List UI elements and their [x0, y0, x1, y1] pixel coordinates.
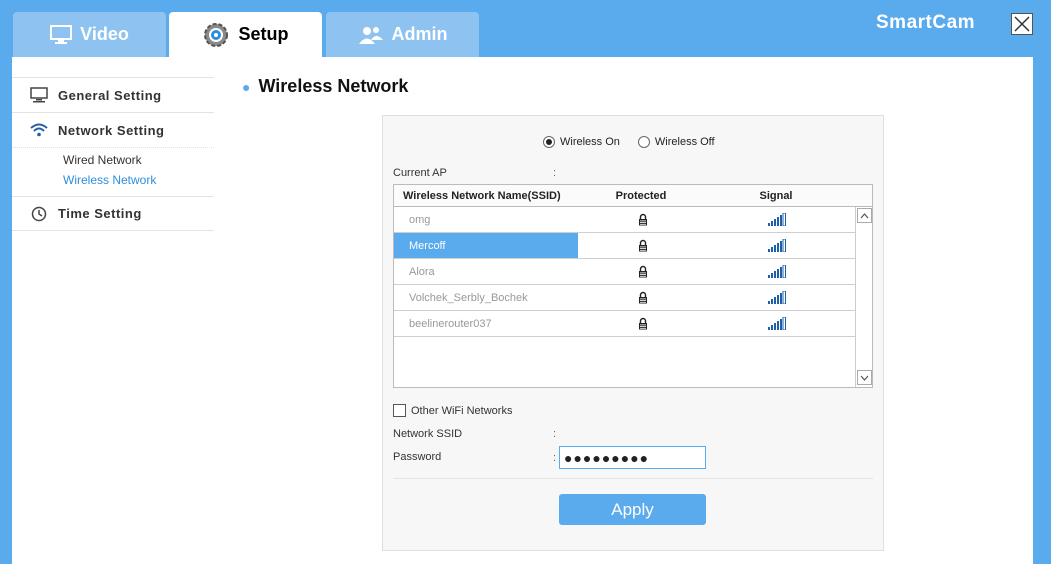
scroll-down-button[interactable] — [857, 370, 872, 385]
radio-label: Wireless On — [560, 136, 620, 148]
wireless-off-radio[interactable]: Wireless Off — [637, 136, 715, 148]
gear-icon — [202, 21, 230, 49]
ssid-cell: Mercoff — [394, 233, 578, 258]
lock-icon — [578, 265, 708, 278]
signal-strength-icon — [708, 291, 848, 304]
table-body: omg Mercoff Alora Volchek_Serbly_Bochekbeel… — [394, 207, 856, 337]
signal-strength-icon — [708, 265, 848, 278]
ssid-cell: Alora — [409, 265, 435, 278]
table-row[interactable]: Volchek_Serbly_Bochek — [394, 285, 856, 311]
sidebar-subitem-wireless-network[interactable]: Wireless Network — [63, 170, 214, 190]
network-ssid-label: Network SSID — [393, 428, 463, 440]
radio-checked-icon — [543, 136, 555, 148]
main-panel: General Setting Network Setting Wired Ne… — [12, 57, 1033, 564]
ssid-cell: beelinerouter037 — [409, 317, 492, 330]
tab-setup[interactable]: Setup — [169, 12, 322, 57]
clock-icon — [30, 206, 48, 222]
wireless-on-radio[interactable]: Wireless On — [543, 136, 620, 148]
table-scrollbar[interactable] — [855, 207, 872, 387]
scroll-up-button[interactable] — [857, 208, 872, 223]
network-ssid-colon: : — [553, 428, 557, 440]
table-row[interactable]: Mercoff — [394, 233, 856, 259]
signal-strength-icon — [708, 239, 848, 252]
ssid-cell: omg — [409, 213, 431, 226]
header-signal: Signal — [759, 189, 793, 202]
password-colon: : — [553, 452, 557, 464]
signal-strength-icon — [708, 317, 848, 330]
tab-label: Video — [80, 24, 129, 44]
page-title-text: Wireless Network — [258, 76, 409, 96]
ssid-cell: Volchek_Serbly_Bochek — [409, 291, 528, 304]
users-icon — [358, 25, 384, 45]
tab-label: Admin — [391, 24, 448, 44]
radio-unchecked-icon — [637, 136, 650, 148]
header-protected: Protected — [615, 189, 667, 202]
sidebar-item-time-setting[interactable]: Time Setting — [12, 196, 214, 231]
divider — [393, 478, 873, 479]
table-header: Wireless Network Name(SSID) Protected Si… — [394, 185, 872, 207]
close-icon — [1014, 16, 1030, 32]
wireless-toggle: Wireless On Wireless Off — [543, 136, 715, 148]
table-row[interactable]: Alora — [394, 259, 856, 285]
lock-icon — [578, 291, 708, 304]
lock-icon — [578, 239, 708, 252]
chevron-down-icon — [860, 375, 869, 381]
header-ssid: Wireless Network Name(SSID) — [403, 189, 561, 202]
window-edge — [1034, 57, 1051, 564]
sidebar-item-network-setting[interactable]: Network Setting — [12, 112, 214, 147]
lock-icon — [578, 213, 708, 226]
network-submenu: Wired Network Wireless Network — [12, 147, 214, 196]
brand-logo: SmartCam — [876, 12, 976, 33]
wifi-icon — [30, 123, 48, 137]
close-button[interactable] — [1011, 13, 1033, 35]
monitor-icon — [50, 24, 73, 45]
password-label: Password — [393, 451, 442, 463]
password-field[interactable]: ●●●●●●●●● — [559, 446, 706, 469]
tab-label: Setup — [238, 24, 289, 44]
current-ap-colon: : — [553, 167, 557, 179]
sidebar-item-label: General Setting — [58, 87, 162, 103]
sidebar-item-label: Network Setting — [58, 122, 165, 138]
apply-button[interactable]: Apply — [559, 494, 706, 525]
tab-admin[interactable]: Admin — [326, 12, 479, 57]
other-wifi-checkbox[interactable]: Other WiFi Networks — [393, 404, 512, 417]
tab-video[interactable]: Video — [13, 12, 166, 57]
table-row[interactable]: beelinerouter037 — [394, 311, 856, 337]
current-ap-label: Current AP — [393, 167, 447, 179]
monitor-icon — [30, 87, 48, 103]
radio-label: Wireless Off — [654, 136, 715, 148]
page-title: ● Wireless Network — [242, 76, 408, 97]
bullet-icon: ● — [242, 79, 251, 95]
lock-icon — [578, 317, 708, 330]
sidebar: General Setting Network Setting Wired Ne… — [12, 77, 214, 231]
sidebar-item-general-setting[interactable]: General Setting — [12, 77, 214, 112]
checkbox-unchecked-icon — [393, 404, 406, 417]
table-row[interactable]: omg — [394, 207, 856, 233]
chevron-up-icon — [860, 212, 869, 218]
sidebar-subitem-wired-network[interactable]: Wired Network — [63, 150, 214, 170]
wireless-settings-box: Wireless On Wireless Off Current AP : Wi… — [382, 115, 884, 551]
signal-strength-icon — [708, 213, 848, 226]
ssid-table: Wireless Network Name(SSID) Protected Si… — [393, 184, 873, 388]
sidebar-item-label: Time Setting — [58, 206, 142, 221]
checkbox-label: Other WiFi Networks — [411, 404, 513, 417]
